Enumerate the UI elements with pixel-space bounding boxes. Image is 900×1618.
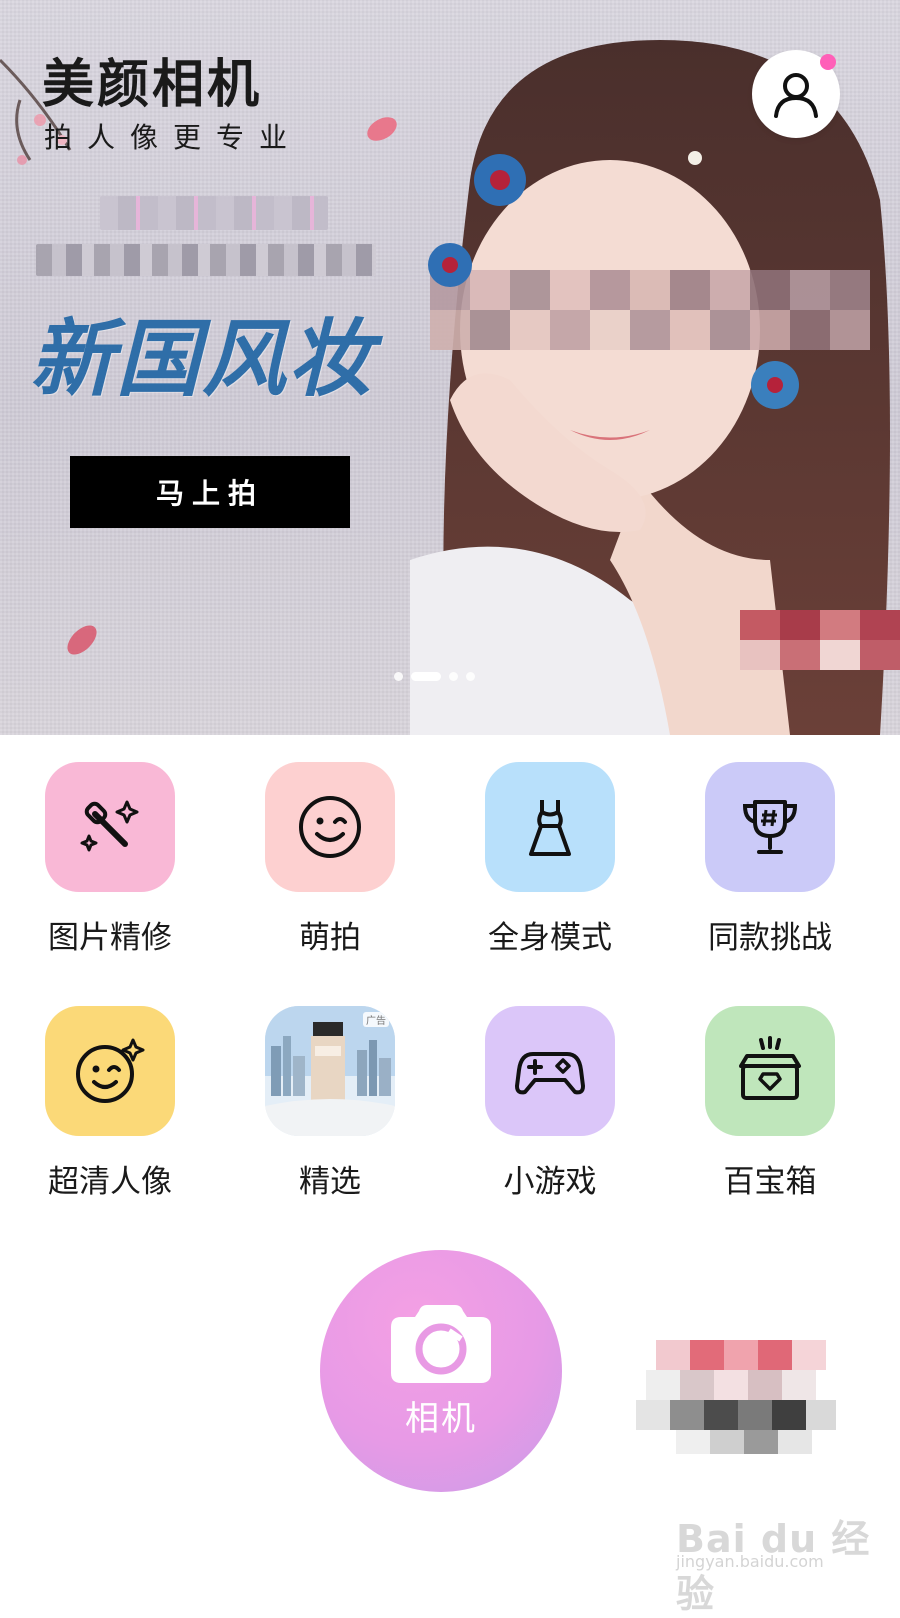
tool-icon-bg: [265, 762, 395, 892]
tool-label: 同款挑战: [708, 920, 832, 956]
tool-icon-bg: [705, 762, 835, 892]
notification-dot: [820, 54, 836, 70]
watermark-url: jingyan.baidu.com: [676, 1552, 824, 1571]
tool-treasure-box[interactable]: 百宝箱: [680, 1006, 860, 1201]
tool-label: 小游戏: [503, 1164, 597, 1200]
app-title: 美颜相机: [42, 55, 263, 115]
makeup-brush-icon: [80, 800, 139, 852]
tool-icon-bg: [485, 1006, 615, 1136]
blurred-subtitle: [100, 196, 328, 230]
tool-photo-retouch[interactable]: 图片精修: [20, 762, 200, 957]
profile-button[interactable]: [752, 50, 840, 138]
tool-label: 萌拍: [299, 920, 361, 956]
carousel-dot-4[interactable]: [466, 672, 475, 681]
tool-same-style-challenge[interactable]: 同款挑战: [680, 762, 860, 957]
camera-icon: [391, 1304, 491, 1383]
camera-button[interactable]: 相机: [320, 1250, 562, 1492]
tool-label: 百宝箱: [723, 1164, 817, 1200]
petal-decoration: [367, 117, 397, 141]
tool-hd-portrait[interactable]: 超清人像: [20, 1006, 200, 1201]
sparkle-face-icon: [76, 1038, 145, 1103]
tool-mini-games[interactable]: 小游戏: [460, 1006, 640, 1201]
app-slogan: 拍人像更专业: [44, 121, 303, 154]
tool-icon-bg: [485, 762, 615, 892]
shoot-now-button[interactable]: 马上拍: [70, 456, 350, 528]
tool-full-body[interactable]: 全身模式: [460, 762, 640, 957]
tool-icon-bg: [45, 1006, 175, 1136]
carousel-dot-2-active[interactable]: [411, 672, 441, 681]
camera-label: 相机: [405, 1398, 477, 1439]
treasure-box-icon: [739, 1036, 801, 1100]
user-icon: [774, 73, 818, 118]
hero-banner[interactable]: 美颜相机 拍人像更专业 新国风妆 马上拍: [0, 0, 900, 735]
tool-label: 超清人像: [48, 1164, 172, 1200]
ad-tag: 广告: [363, 1012, 389, 1027]
carousel-dot-1[interactable]: [394, 672, 403, 681]
tool-icon-bg: 广告: [265, 1006, 395, 1136]
tool-label: 全身模式: [488, 920, 612, 956]
gamepad-icon: [515, 1052, 585, 1095]
carousel-dot-3[interactable]: [449, 672, 458, 681]
tool-featured-ad[interactable]: 广告 精选: [240, 1006, 420, 1201]
tool-label: 精选: [299, 1164, 361, 1200]
wink-face-icon: [299, 796, 361, 858]
blurred-description: [36, 244, 376, 276]
campaign-title: 新国风妆: [30, 309, 375, 408]
tool-icon-bg: [45, 762, 175, 892]
carousel-indicator[interactable]: [394, 672, 475, 681]
dress-icon: [529, 800, 571, 856]
trophy-icon: [742, 800, 798, 854]
tool-label: 图片精修: [48, 920, 172, 956]
promo-widget[interactable]: [636, 1330, 836, 1460]
petal-decoration-2: [67, 625, 97, 655]
tool-icon-bg: [705, 1006, 835, 1136]
tool-cute-shot[interactable]: 萌拍: [240, 762, 420, 957]
